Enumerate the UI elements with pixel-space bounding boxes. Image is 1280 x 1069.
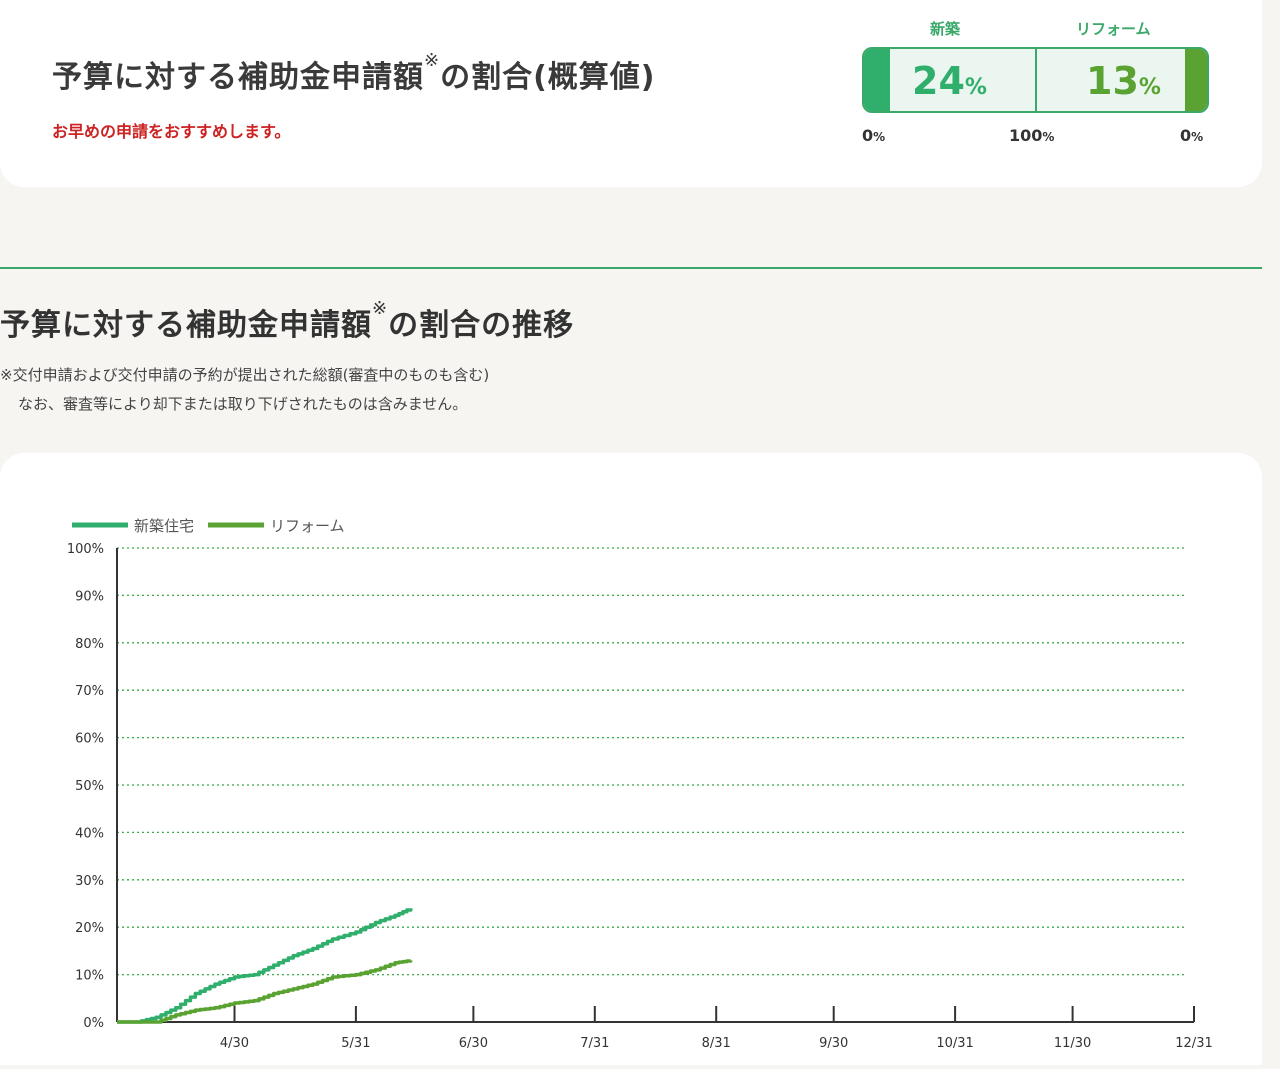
gauge-reform-unit: % [1138, 75, 1161, 100]
x-tick-label-8: 12/31 [1175, 1036, 1212, 1051]
gauge-scale-left: 0% [862, 126, 885, 145]
gauge-scale-right-unit: % [1191, 130, 1204, 144]
legend-label-1: リフォーム [270, 517, 345, 535]
legend-label-0: 新築住宅 [134, 517, 194, 535]
gauge-scale-left-number: 0 [862, 126, 874, 145]
y-tick-label-6: 60% [75, 732, 104, 747]
trend-title-suffix: の割合の推移 [388, 308, 575, 343]
y-tick-label-8: 80% [75, 637, 104, 652]
y-tick-label-10: 100% [67, 542, 104, 557]
summary-card: 予算に対する補助金申請額※の割合(概算値) お早めの申請をおすすめします。 新築… [0, 0, 1262, 187]
gauge-new-fill [864, 49, 890, 111]
trend-footnote-1: ※交付申請および交付申請の予約が提出された総額(審査中のものも含む) [0, 366, 490, 384]
gauge-new-value: 24% [912, 59, 987, 103]
gauge-divider [1035, 49, 1037, 111]
chart-card: 新築住宅 リフォーム 0% 10% 20% 30% 40% 50% 60% 70% 80% 90% 10… [0, 453, 1262, 1065]
y-tick-label-4: 40% [75, 826, 104, 841]
gauge-new-label: 新築 [930, 20, 961, 38]
trend-title-text: 予算に対する補助金申請額 [0, 308, 372, 343]
gauge-reform-value: 13% [1086, 59, 1161, 103]
trend-title-mark: ※ [372, 298, 389, 319]
series-line-0 [117, 908, 413, 1024]
gauge-new-number: 24 [912, 59, 965, 103]
gauge-scale-mid: 100% [1009, 126, 1054, 145]
trend-title: 予算に対する補助金申請額※の割合の推移 [0, 298, 575, 344]
x-tick-label-7: 11/30 [1054, 1036, 1091, 1051]
gauge-new-unit: % [964, 75, 987, 100]
summary-title-text: 予算に対する補助金申請額 [52, 60, 424, 95]
x-tick-label-6: 10/31 [936, 1036, 973, 1051]
x-tick-label-0: 4/30 [220, 1036, 249, 1051]
trend-footnote-2: なお、審査等により却下または取り下げされたものは含みません。 [18, 395, 468, 413]
y-tick-label-7: 70% [75, 684, 104, 699]
summary-title-suffix: の割合(概算値) [440, 60, 656, 95]
x-tick-label-3: 7/31 [580, 1036, 609, 1051]
gauge-scale-left-unit: % [873, 130, 886, 144]
y-tick-label-2: 20% [75, 921, 104, 936]
y-tick-label-3: 30% [75, 874, 104, 889]
trend-line-chart: 新築住宅 リフォーム 0% 10% 20% 30% 40% 50% 60% 70% 80% 90% 10… [67, 517, 1213, 1051]
x-tick-label-1: 5/31 [341, 1036, 370, 1051]
summary-title-mark: ※ [424, 50, 441, 71]
gauge-scale-right: 0% [1180, 126, 1203, 145]
budget-ratio-gauge: 24% 13% [862, 47, 1209, 113]
summary-title: 予算に対する補助金申請額※の割合(概算値) [52, 50, 656, 96]
gauge-reform-number: 13 [1086, 59, 1139, 103]
gauge-reform-fill [1185, 49, 1207, 111]
gauge-scale-right-number: 0 [1180, 126, 1192, 145]
y-tick-label-0: 0% [83, 1016, 104, 1031]
x-tick-label-4: 8/31 [702, 1036, 731, 1051]
apply-early-note: お早めの申請をおすすめします。 [52, 122, 291, 141]
section-divider [0, 267, 1262, 269]
y-tick-label-1: 10% [75, 969, 104, 984]
gauge-reform-label: リフォーム [1076, 20, 1151, 38]
y-tick-label-5: 50% [75, 779, 104, 794]
x-tick-label-2: 6/30 [459, 1036, 488, 1051]
gauge-scale-mid-unit: % [1042, 130, 1055, 144]
x-tick-label-5: 9/30 [819, 1036, 848, 1051]
gauge-scale-mid-number: 100 [1009, 126, 1043, 145]
y-tick-label-9: 90% [75, 589, 104, 604]
